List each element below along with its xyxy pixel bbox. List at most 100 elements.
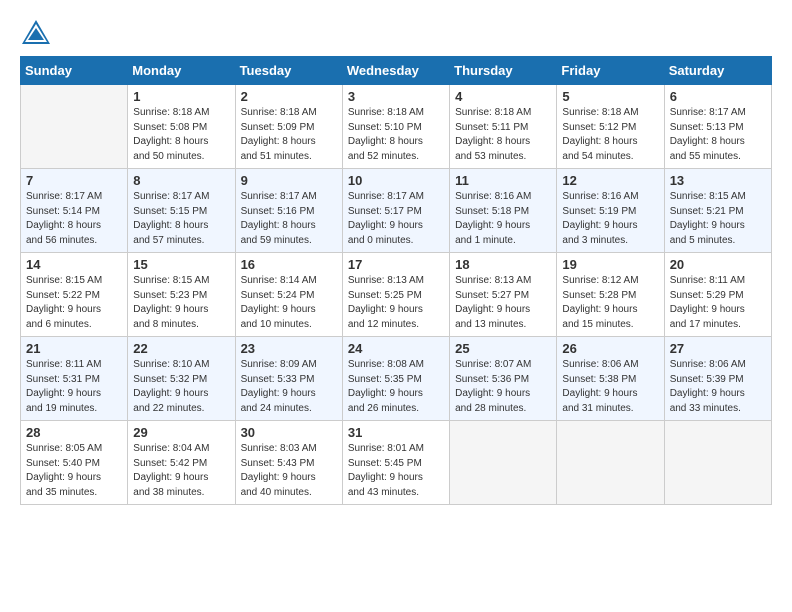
day-number: 29 [133, 425, 229, 440]
calendar-cell: 4Sunrise: 8:18 AM Sunset: 5:11 PM Daylig… [450, 85, 557, 169]
day-number: 9 [241, 173, 337, 188]
day-info: Sunrise: 8:03 AM Sunset: 5:43 PM Dayligh… [241, 442, 337, 500]
day-number: 13 [670, 173, 766, 188]
day-number: 27 [670, 341, 766, 356]
calendar-cell [664, 421, 771, 505]
weekday-header-wednesday: Wednesday [342, 57, 449, 85]
day-info: Sunrise: 8:11 AM Sunset: 5:29 PM Dayligh… [670, 274, 766, 332]
calendar-cell: 16Sunrise: 8:14 AM Sunset: 5:24 PM Dayli… [235, 253, 342, 337]
calendar-cell: 6 Sunrise: 8:17 AM Sunset: 5:13 PM Daylig… [664, 85, 771, 169]
calendar-cell: 28Sunrise: 8:05 AM Sunset: 5:40 PM Dayli… [21, 421, 128, 505]
calendar-cell: 23Sunrise: 8:09 AM Sunset: 5:33 PM Dayli… [235, 337, 342, 421]
calendar-cell: 29 Sunrise: 8:04 AM Sunset: 5:42 PM Dayli… [128, 421, 235, 505]
day-info: Sunrise: 8:12 AM Sunset: 5:28 PM Dayligh… [562, 274, 658, 332]
calendar-week-row: 28Sunrise: 8:05 AM Sunset: 5:40 PM Dayli… [21, 421, 772, 505]
calendar-cell: 18 Sunrise: 8:13 AM Sunset: 5:27 PM Dayli… [450, 253, 557, 337]
day-info: Sunrise: 8:11 AM Sunset: 5:31 PM Dayligh… [26, 358, 122, 416]
calendar-cell: 17 Sunrise: 8:13 AM Sunset: 5:25 PM Dayli… [342, 253, 449, 337]
calendar-cell: 27 Sunrise: 8:06 AM Sunset: 5:39 PM Dayli… [664, 337, 771, 421]
calendar-cell: 9 Sunrise: 8:17 AM Sunset: 5:16 PM Daylig… [235, 169, 342, 253]
weekday-header-saturday: Saturday [664, 57, 771, 85]
day-number: 24 [348, 341, 444, 356]
day-number: 10 [348, 173, 444, 188]
day-number: 15 [133, 257, 229, 272]
day-info: Sunrise: 8:18 AM Sunset: 5:08 PM Dayligh… [133, 106, 229, 164]
calendar-cell: 13 Sunrise: 8:15 AM Sunset: 5:21 PM Dayli… [664, 169, 771, 253]
weekday-header-friday: Friday [557, 57, 664, 85]
calendar-cell: 22 Sunrise: 8:10 AM Sunset: 5:32 PM Dayli… [128, 337, 235, 421]
calendar-cell: 15 Sunrise: 8:15 AM Sunset: 5:23 PM Dayli… [128, 253, 235, 337]
logo [20, 18, 56, 46]
day-info: Sunrise: 8:04 AM Sunset: 5:42 PM Dayligh… [133, 442, 229, 500]
calendar-cell: 21Sunrise: 8:11 AM Sunset: 5:31 PM Dayli… [21, 337, 128, 421]
calendar-cell: 7 Sunrise: 8:17 AM Sunset: 5:14 PM Daylig… [21, 169, 128, 253]
day-info: Sunrise: 8:18 AM Sunset: 5:09 PM Dayligh… [241, 106, 337, 164]
day-number: 23 [241, 341, 337, 356]
day-number: 19 [562, 257, 658, 272]
calendar-cell: 14 Sunrise: 8:15 AM Sunset: 5:22 PM Dayli… [21, 253, 128, 337]
day-info: Sunrise: 8:17 AM Sunset: 5:15 PM Dayligh… [133, 190, 229, 248]
calendar-cell [21, 85, 128, 169]
day-number: 16 [241, 257, 337, 272]
weekday-header-monday: Monday [128, 57, 235, 85]
day-info: Sunrise: 8:08 AM Sunset: 5:35 PM Dayligh… [348, 358, 444, 416]
day-number: 8 [133, 173, 229, 188]
day-number: 20 [670, 257, 766, 272]
weekday-header-thursday: Thursday [450, 57, 557, 85]
weekday-header-sunday: Sunday [21, 57, 128, 85]
calendar-table: SundayMondayTuesdayWednesdayThursdayFrid… [20, 56, 772, 505]
calendar-cell: 25 Sunrise: 8:07 AM Sunset: 5:36 PM Dayli… [450, 337, 557, 421]
day-info: Sunrise: 8:16 AM Sunset: 5:18 PM Dayligh… [455, 190, 551, 248]
day-number: 17 [348, 257, 444, 272]
day-number: 6 [670, 89, 766, 104]
calendar-cell: 26 Sunrise: 8:06 AM Sunset: 5:38 PM Dayli… [557, 337, 664, 421]
day-info: Sunrise: 8:10 AM Sunset: 5:32 PM Dayligh… [133, 358, 229, 416]
day-number: 1 [133, 89, 229, 104]
day-info: Sunrise: 8:15 AM Sunset: 5:21 PM Dayligh… [670, 190, 766, 248]
day-number: 12 [562, 173, 658, 188]
day-number: 5 [562, 89, 658, 104]
calendar-cell [450, 421, 557, 505]
day-info: Sunrise: 8:06 AM Sunset: 5:39 PM Dayligh… [670, 358, 766, 416]
page-header [20, 18, 772, 46]
calendar-week-row: 7 Sunrise: 8:17 AM Sunset: 5:14 PM Daylig… [21, 169, 772, 253]
calendar-cell: 2 Sunrise: 8:18 AM Sunset: 5:09 PM Daylig… [235, 85, 342, 169]
day-info: Sunrise: 8:06 AM Sunset: 5:38 PM Dayligh… [562, 358, 658, 416]
day-info: Sunrise: 8:15 AM Sunset: 5:22 PM Dayligh… [26, 274, 122, 332]
day-info: Sunrise: 8:18 AM Sunset: 5:12 PM Dayligh… [562, 106, 658, 164]
day-number: 26 [562, 341, 658, 356]
calendar-cell: 5 Sunrise: 8:18 AM Sunset: 5:12 PM Daylig… [557, 85, 664, 169]
day-info: Sunrise: 8:15 AM Sunset: 5:23 PM Dayligh… [133, 274, 229, 332]
calendar-cell: 3 Sunrise: 8:18 AM Sunset: 5:10 PM Daylig… [342, 85, 449, 169]
calendar-cell: 20 Sunrise: 8:11 AM Sunset: 5:29 PM Dayli… [664, 253, 771, 337]
day-number: 18 [455, 257, 551, 272]
day-number: 7 [26, 173, 122, 188]
calendar-cell: 11 Sunrise: 8:16 AM Sunset: 5:18 PM Dayli… [450, 169, 557, 253]
calendar-cell: 24 Sunrise: 8:08 AM Sunset: 5:35 PM Dayli… [342, 337, 449, 421]
day-info: Sunrise: 8:01 AM Sunset: 5:45 PM Dayligh… [348, 442, 444, 500]
day-number: 14 [26, 257, 122, 272]
day-number: 25 [455, 341, 551, 356]
calendar-week-row: 21Sunrise: 8:11 AM Sunset: 5:31 PM Dayli… [21, 337, 772, 421]
calendar-week-row: 1 Sunrise: 8:18 AM Sunset: 5:08 PM Daylig… [21, 85, 772, 169]
weekday-header-row: SundayMondayTuesdayWednesdayThursdayFrid… [21, 57, 772, 85]
day-info: Sunrise: 8:13 AM Sunset: 5:25 PM Dayligh… [348, 274, 444, 332]
calendar-cell: 12 Sunrise: 8:16 AM Sunset: 5:19 PM Dayli… [557, 169, 664, 253]
day-info: Sunrise: 8:16 AM Sunset: 5:19 PM Dayligh… [562, 190, 658, 248]
weekday-header-tuesday: Tuesday [235, 57, 342, 85]
day-info: Sunrise: 8:13 AM Sunset: 5:27 PM Dayligh… [455, 274, 551, 332]
day-info: Sunrise: 8:17 AM Sunset: 5:13 PM Dayligh… [670, 106, 766, 164]
calendar-cell: 30 Sunrise: 8:03 AM Sunset: 5:43 PM Dayli… [235, 421, 342, 505]
day-info: Sunrise: 8:18 AM Sunset: 5:10 PM Dayligh… [348, 106, 444, 164]
day-number: 30 [241, 425, 337, 440]
day-number: 28 [26, 425, 122, 440]
calendar-cell: 10Sunrise: 8:17 AM Sunset: 5:17 PM Dayli… [342, 169, 449, 253]
day-number: 22 [133, 341, 229, 356]
day-info: Sunrise: 8:17 AM Sunset: 5:16 PM Dayligh… [241, 190, 337, 248]
day-info: Sunrise: 8:17 AM Sunset: 5:14 PM Dayligh… [26, 190, 122, 248]
day-number: 2 [241, 89, 337, 104]
day-number: 3 [348, 89, 444, 104]
day-info: Sunrise: 8:07 AM Sunset: 5:36 PM Dayligh… [455, 358, 551, 416]
day-number: 11 [455, 173, 551, 188]
day-number: 4 [455, 89, 551, 104]
